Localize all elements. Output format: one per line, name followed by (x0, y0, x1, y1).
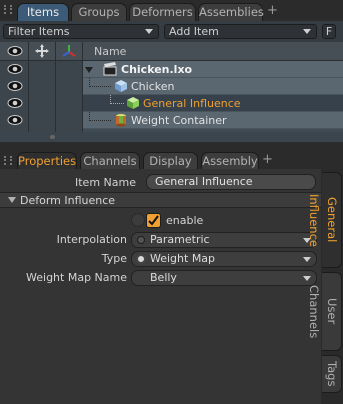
tree-line (89, 120, 111, 121)
eye-icon (7, 115, 23, 125)
type-value: Weight Map (150, 252, 216, 265)
interpolation-dropdown[interactable]: Parametric (131, 232, 317, 248)
add-item-label: Add Item (169, 25, 219, 38)
list-item[interactable]: General Influence (0, 95, 343, 112)
visibility-toggle[interactable] (0, 78, 29, 95)
weight-container-icon (116, 114, 126, 127)
weight-map-dropdown[interactable]: Belly (131, 270, 317, 286)
axis-toggle[interactable] (56, 61, 83, 78)
side-tab-bar: General Influence User Channels Tags (307, 169, 343, 404)
list-item-label: General Influence (143, 97, 241, 110)
list-item[interactable]: Chicken (0, 78, 343, 95)
tree-line (110, 103, 124, 104)
list-header: Name (0, 42, 343, 61)
chevron-down-icon (303, 257, 311, 262)
tab-properties[interactable]: Properties (17, 152, 77, 169)
deform-influence-section-header[interactable]: Deform Influence (0, 192, 321, 208)
checkmark-icon (148, 215, 159, 226)
tab-channels[interactable]: Channels (80, 152, 140, 169)
visibility-toggle[interactable] (0, 61, 29, 78)
properties-panel: Item Name General Influence Deform Influ… (0, 169, 321, 404)
add-item-dropdown[interactable]: Add Item (164, 24, 317, 39)
lock-toggle[interactable] (29, 112, 56, 129)
enable-checkbox[interactable] (146, 213, 161, 228)
weight-map-name-label: Weight Map Name (26, 271, 127, 284)
keyframe-ring-icon (136, 254, 146, 264)
chevron-down-icon (303, 29, 311, 34)
add-tab-button[interactable]: + (262, 153, 273, 167)
tab-assembly[interactable]: Assembly (201, 152, 259, 169)
type-label: Type (101, 252, 127, 265)
bottom-tab-bar: Properties Channels Display Assembly + (0, 152, 343, 169)
keyframe-dot-icon (137, 236, 145, 244)
lock-toggle[interactable] (29, 95, 56, 112)
interpolation-label: Interpolation (56, 233, 127, 246)
panel-grip-handle[interactable] (4, 156, 12, 165)
weight-map-value: Belly (150, 271, 177, 284)
mesh-cube-icon (115, 80, 127, 92)
scrollbar-thumb[interactable] (50, 135, 55, 139)
items-list-panel: Filter Items Add Item F Name Chicken.lxo… (0, 21, 343, 149)
chevron-down-icon (145, 29, 153, 34)
filter-items-dropdown[interactable]: Filter Items (3, 24, 159, 39)
keyframe-indicator[interactable] (131, 213, 145, 227)
add-tab-button[interactable]: + (267, 4, 278, 18)
eye-icon (7, 64, 23, 74)
influence-cube-icon (127, 97, 139, 109)
section-title: Deform Influence (20, 194, 116, 207)
eye-icon (7, 46, 23, 56)
chevron-down-icon (303, 276, 311, 281)
list-item-label: Chicken.lxo (121, 63, 193, 76)
tab-tags[interactable]: Tags (322, 355, 342, 393)
axis-column-header[interactable] (56, 42, 83, 60)
enable-label: enable (166, 214, 204, 227)
expand-triangle-icon[interactable] (85, 66, 93, 74)
top-tab-bar: Items Groups Deformers Assemblies + (0, 0, 343, 21)
collapse-triangle-icon (8, 197, 16, 203)
tab-general-influence[interactable]: General Influence (307, 172, 342, 268)
lock-toggle[interactable] (29, 61, 56, 78)
visibility-column-header[interactable] (0, 42, 29, 60)
item-name-field[interactable]: General Influence (146, 174, 316, 190)
axis-toggle[interactable] (56, 95, 83, 112)
tab-groups[interactable]: Groups (71, 3, 127, 21)
tab-assemblies[interactable]: Assemblies (198, 3, 264, 21)
type-dropdown[interactable]: Weight Map (131, 251, 317, 267)
lock-column-header[interactable] (29, 42, 56, 60)
interpolation-value: Parametric (150, 233, 210, 246)
list-item-label: Chicken (131, 80, 175, 93)
eye-icon (7, 98, 23, 108)
tab-items[interactable]: Items (17, 3, 69, 21)
axis-toggle[interactable] (56, 78, 83, 95)
tab-display[interactable]: Display (143, 152, 198, 169)
list-item[interactable]: Chicken.lxo (0, 61, 343, 78)
list-item[interactable]: Weight Container (0, 112, 343, 129)
name-column-header[interactable]: Name (94, 45, 126, 58)
item-name-label: Item Name (75, 176, 136, 189)
items-toolbar: Filter Items Add Item F (0, 21, 343, 42)
axis-gizmo-icon (62, 45, 76, 57)
panel-grip-handle[interactable] (4, 5, 12, 14)
tab-deformers[interactable]: Deformers (129, 3, 196, 21)
lock-toggle[interactable] (29, 78, 56, 95)
axis-toggle[interactable] (56, 112, 83, 129)
f-button[interactable]: F (322, 24, 336, 39)
scene-clapper-icon (103, 62, 117, 76)
move-arrows-icon (35, 44, 49, 58)
horizontal-scrollbar[interactable] (0, 132, 343, 142)
visibility-toggle[interactable] (0, 95, 29, 112)
filter-items-label: Filter Items (8, 25, 70, 38)
tab-user-channels[interactable]: User Channels (307, 272, 342, 351)
tree-line (89, 86, 111, 87)
visibility-toggle[interactable] (0, 112, 29, 129)
panel-splitter[interactable] (0, 142, 343, 152)
list-item-label: Weight Container (131, 114, 227, 127)
eye-icon (7, 81, 23, 91)
